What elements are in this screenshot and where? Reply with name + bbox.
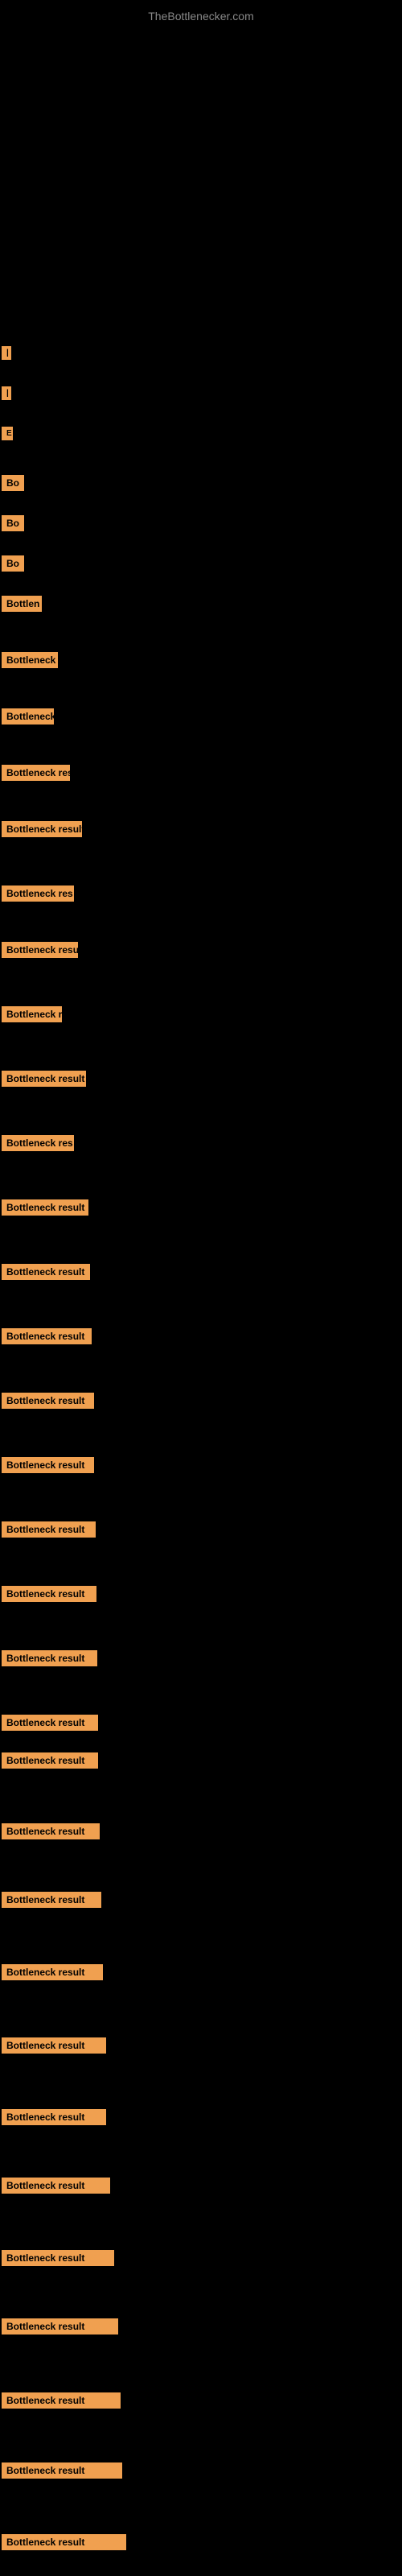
bottleneck-label-small-15: Bottleneck result xyxy=(2,1264,90,1284)
bottleneck-label-small-16: Bottleneck result xyxy=(2,1328,92,1348)
bottleneck-label-small-12: Bottleneck result xyxy=(2,1071,86,1091)
bottleneck-label-small-18: Bottleneck result xyxy=(2,1457,94,1477)
bottleneck-label-small-6: Bottleneck xyxy=(2,708,54,729)
bottleneck-label-small-5: Bottleneck r xyxy=(2,652,58,672)
bottleneck-label-small-3: Bo xyxy=(2,555,24,576)
bottleneck-result-label-6: Bottleneck result xyxy=(2,2462,122,2483)
bottleneck-label-small-4: Bottlen xyxy=(2,596,42,616)
bottleneck-label-small-17: Bottleneck result xyxy=(2,1393,94,1413)
bottleneck-label-small-11: Bottleneck r xyxy=(2,1006,62,1026)
tiny-label-3: E xyxy=(2,427,13,444)
bottleneck-label-small-25: Bottleneck result xyxy=(2,1964,103,1984)
bottleneck-label-small-14: Bottleneck result xyxy=(2,1199,88,1220)
bottleneck-label-small-21: Bottleneck result xyxy=(2,1650,97,1670)
bottleneck-label-small-9: Bottleneck res xyxy=(2,886,74,906)
bottleneck-label-small-13: Bottleneck res xyxy=(2,1135,74,1155)
bottleneck-label-small-26: Bottleneck result xyxy=(2,2109,106,2129)
bottleneck-label-small-7: Bottleneck res xyxy=(2,765,70,785)
bottleneck-label-small-27: Bottleneck result xyxy=(2,2178,110,2198)
bottleneck-label-small-8: Bottleneck result xyxy=(2,821,82,841)
bottleneck-result-label-4: Bottleneck result xyxy=(2,2318,118,2339)
bottleneck-label-small-22: Bottleneck result xyxy=(2,1715,98,1735)
bottleneck-label-small-23: Bottleneck result xyxy=(2,1823,100,1843)
bottleneck-result-label-3: Bottleneck result xyxy=(2,2250,114,2270)
bottleneck-label-small-24: Bottleneck result xyxy=(2,1892,101,1912)
bottleneck-result-label-1: Bottleneck result xyxy=(2,1752,98,1773)
bottleneck-result-label-2: Bottleneck result xyxy=(2,2037,106,2058)
bottleneck-label-small-10: Bottleneck resul xyxy=(2,942,78,962)
bottleneck-label-small-20: Bottleneck result xyxy=(2,1586,96,1606)
tiny-label-2: | xyxy=(2,386,10,404)
site-title: TheBottlenecker.com xyxy=(0,3,402,29)
bottleneck-label-small-1: Bo xyxy=(2,475,24,495)
bottleneck-result-label-5: Bottleneck result xyxy=(2,2392,121,2413)
tiny-label-1: | xyxy=(2,346,10,364)
bottleneck-result-label-7: Bottleneck result xyxy=(2,2534,126,2554)
bottleneck-label-small-19: Bottleneck result xyxy=(2,1521,96,1542)
bottleneck-label-small-2: Bo xyxy=(2,515,24,535)
